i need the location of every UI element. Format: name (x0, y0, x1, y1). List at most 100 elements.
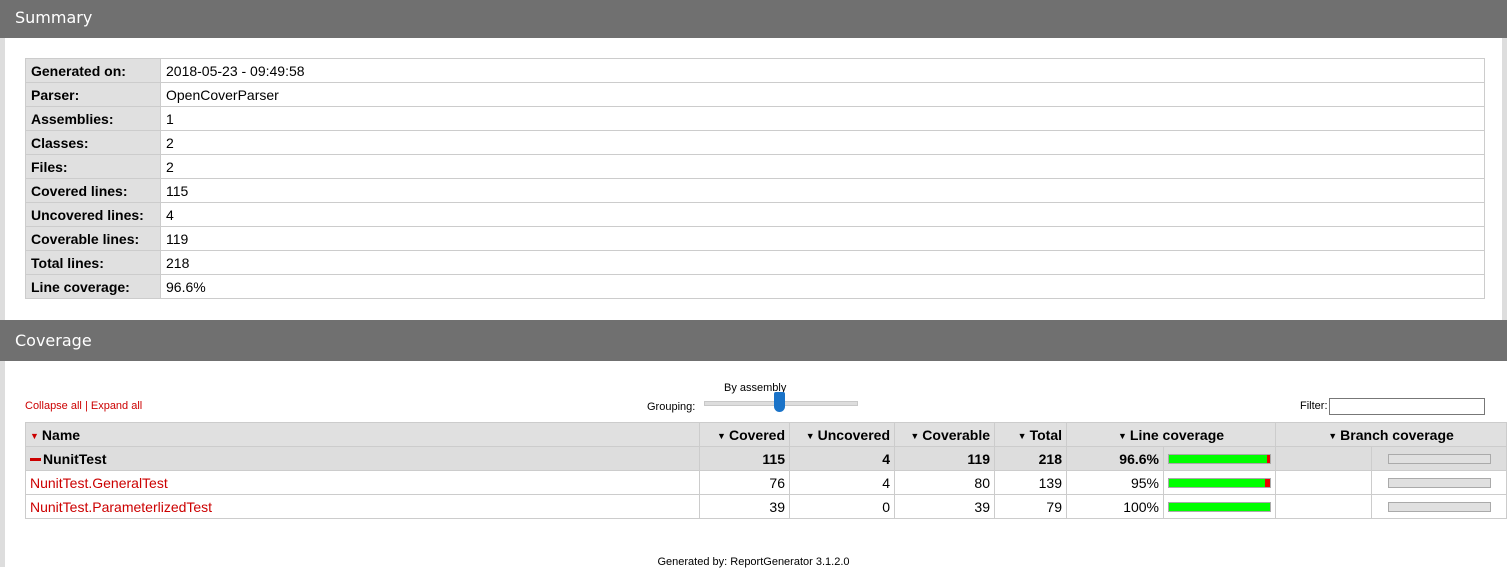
summary-row: Classes: 2 (25, 130, 1485, 155)
summary-label: Coverable lines: (25, 226, 161, 251)
summary-label: Parser: (25, 82, 161, 107)
summary-value: 115 (160, 178, 1485, 203)
summary-value: 96.6% (160, 274, 1485, 299)
line-coverage-percent: 95% (1066, 470, 1164, 495)
sort-desc-icon: ▼ (30, 430, 39, 441)
branch-coverage-percent (1275, 494, 1373, 519)
assembly-name: NunitTest (43, 450, 107, 467)
total-cell: 218 (994, 446, 1067, 471)
summary-label: Files: (25, 154, 161, 179)
summary-row: Line coverage: 96.6% (25, 274, 1485, 299)
assembly-name-cell[interactable]: NunitTest (25, 446, 700, 471)
line-coverage-bar-cell (1162, 494, 1277, 519)
summary-row: Covered lines: 115 (25, 178, 1485, 203)
summary-row: Parser: OpenCoverParser (25, 82, 1485, 107)
sort-icon: ▼ (717, 430, 726, 441)
column-header-branch-coverage[interactable]: ▼ Branch coverage (1275, 422, 1507, 447)
class-row: NunitTest.ParameterlizedTest 39 0 39 79 … (25, 494, 1507, 519)
summary-row: Assemblies: 1 (25, 106, 1485, 131)
line-coverage-bar (1168, 453, 1271, 464)
branch-coverage-bar (1387, 477, 1491, 488)
class-row: NunitTest.GeneralTest 76 4 80 139 95% (25, 470, 1507, 495)
page-right-border (1502, 38, 1507, 320)
summary-label: Covered lines: (25, 178, 161, 203)
covered-bar-segment (1169, 478, 1265, 487)
coverage-header: Coverage (0, 320, 1507, 361)
summary-label: Line coverage: (25, 274, 161, 299)
line-coverage-percent: 96.6% (1066, 446, 1164, 471)
summary-row: Total lines: 218 (25, 250, 1485, 275)
summary-value: 119 (160, 226, 1485, 251)
column-header-uncovered[interactable]: ▼ Uncovered (789, 422, 895, 447)
class-link[interactable]: NunitTest.ParameterlizedTest (30, 499, 212, 515)
sort-icon: ▼ (1328, 430, 1338, 441)
uncovered-cell: 4 (789, 446, 895, 471)
covered-cell: 76 (699, 470, 790, 495)
branch-coverage-percent (1275, 470, 1373, 495)
coverage-header-row: ▼ Name ▼ Covered ▼ Uncovered ▼ Coverable ▼ To… (25, 422, 1507, 447)
coverage-table: ▼ Name ▼ Covered ▼ Uncovered ▼ Coverable ▼ To… (25, 422, 1507, 519)
uncovered-cell: 0 (789, 494, 895, 519)
line-coverage-bar (1168, 477, 1271, 488)
summary-value: 1 (160, 106, 1485, 131)
line-coverage-percent: 100% (1066, 494, 1164, 519)
branch-coverage-bar (1387, 453, 1491, 464)
branch-coverage-bar-cell (1371, 470, 1507, 495)
grouping-slider-handle[interactable] (774, 392, 785, 412)
assembly-row[interactable]: NunitTest 115 4 119 218 96.6% (25, 446, 1507, 471)
column-header-line-coverage[interactable]: ▼ Line coverage (1065, 422, 1277, 447)
uncovered-cell: 4 (789, 470, 895, 495)
total-cell: 139 (994, 470, 1067, 495)
page-left-border (0, 0, 5, 567)
summary-label: Uncovered lines: (25, 202, 161, 227)
collapse-all-link[interactable]: Collapse all (25, 400, 82, 412)
column-header-name[interactable]: ▼ Name (25, 422, 700, 447)
summary-label: Generated on: (25, 58, 161, 83)
summary-value: 4 (160, 202, 1485, 227)
summary-label: Classes: (25, 130, 161, 155)
summary-value: 2 (160, 154, 1485, 179)
footer-generated-by: Generated by: ReportGenerator 3.1.2.0 (657, 556, 850, 568)
covered-cell: 39 (699, 494, 790, 519)
summary-value: OpenCoverParser (160, 82, 1485, 107)
branch-coverage-bar-cell (1371, 494, 1507, 519)
summary-label: Total lines: (25, 250, 161, 275)
column-header-coverable[interactable]: ▼ Coverable (894, 422, 995, 447)
line-coverage-bar-cell (1162, 470, 1277, 495)
uncovered-bar-segment (1266, 454, 1270, 463)
class-link[interactable]: NunitTest.GeneralTest (30, 475, 168, 491)
summary-value: 2 (160, 130, 1485, 155)
covered-bar-segment (1169, 502, 1270, 511)
filter-label: Filter: (1300, 400, 1328, 412)
expand-all-link[interactable]: Expand all (91, 400, 142, 412)
summary-value: 218 (160, 250, 1485, 275)
coverable-cell: 39 (894, 494, 995, 519)
total-cell: 79 (994, 494, 1067, 519)
uncovered-bar-segment (1264, 478, 1270, 487)
class-name-cell: NunitTest.ParameterlizedTest (25, 494, 700, 519)
column-header-total[interactable]: ▼ Total (994, 422, 1067, 447)
covered-bar-segment (1169, 454, 1267, 463)
column-header-covered[interactable]: ▼ Covered (699, 422, 790, 447)
summary-row: Generated on: 2018-05-23 - 09:49:58 (25, 58, 1485, 83)
sort-icon: ▼ (805, 430, 815, 441)
filter-input[interactable] (1329, 398, 1485, 415)
line-coverage-bar-cell (1162, 446, 1277, 471)
sort-icon: ▼ (1017, 430, 1027, 441)
branch-coverage-percent (1275, 446, 1373, 471)
link-separator: | (84, 400, 88, 412)
branch-coverage-bar (1387, 501, 1491, 512)
grouping-label: Grouping: (647, 401, 696, 413)
summary-row: Files: 2 (25, 154, 1485, 179)
class-name-cell: NunitTest.GeneralTest (25, 470, 700, 495)
sort-icon: ▼ (910, 430, 920, 441)
branch-coverage-bar-cell (1371, 446, 1507, 471)
sort-icon: ▼ (1117, 430, 1127, 441)
covered-cell: 115 (699, 446, 790, 471)
summary-label: Assemblies: (25, 106, 161, 131)
summary-row: Coverable lines: 119 (25, 226, 1485, 251)
collapse-icon[interactable] (30, 458, 41, 462)
summary-row: Uncovered lines: 4 (25, 202, 1485, 227)
collapse-expand-links: Collapse all | Expand all (25, 400, 142, 412)
coverable-cell: 80 (894, 470, 995, 495)
